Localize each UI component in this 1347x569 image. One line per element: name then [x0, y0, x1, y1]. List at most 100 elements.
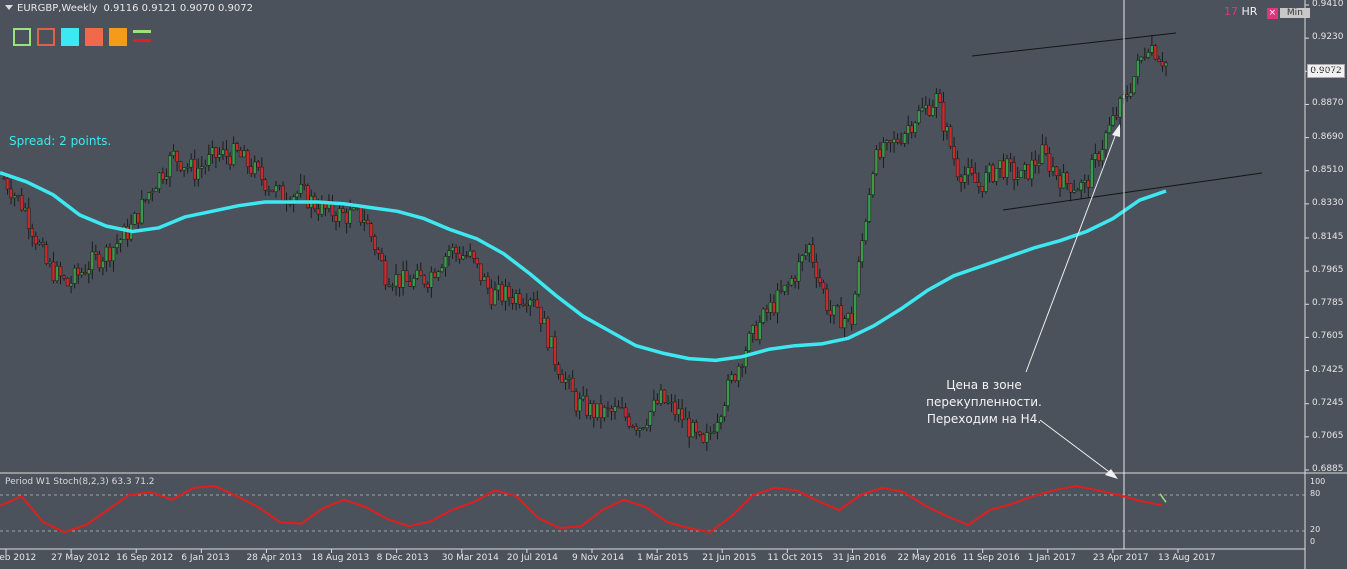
candle-body [1114, 115, 1119, 118]
candle-body [634, 426, 638, 431]
candle-body [411, 278, 416, 287]
candle-body [154, 188, 158, 192]
candle-body [977, 182, 981, 187]
candle-body [157, 172, 162, 189]
candle-body [433, 271, 437, 278]
candle-body [200, 166, 204, 169]
candle-body [26, 207, 31, 229]
chart-header: EURGBP,Weekly 0.9116 0.9121 0.9070 0.9072 [5, 3, 253, 14]
candle-body [1012, 162, 1016, 180]
candle-body [457, 252, 462, 260]
candle-body [690, 422, 695, 438]
candle-body [1022, 164, 1027, 171]
annotation-line-1: Цена в зоне [946, 378, 1022, 392]
candle-body [719, 416, 723, 423]
candle-body [210, 147, 215, 155]
candle-body [422, 275, 427, 285]
candle-body [245, 150, 250, 168]
candle-body [429, 271, 434, 288]
candle-body [973, 172, 978, 183]
swatch-3[interactable] [61, 28, 79, 46]
close-icon[interactable]: × [1266, 8, 1278, 19]
candle-body [1153, 45, 1158, 60]
dropdown-triangle-icon[interactable] [5, 5, 13, 10]
candle-body [962, 174, 967, 183]
candle-body [881, 142, 886, 158]
candle-body [630, 425, 635, 428]
min-button[interactable]: Min [1279, 8, 1310, 18]
candle-body [58, 266, 63, 277]
candle-body [1037, 163, 1041, 166]
candle-body [298, 184, 303, 194]
candle-body [34, 235, 38, 245]
candle-body [627, 416, 631, 427]
swatch-4[interactable] [85, 28, 103, 46]
timeframe-number: 17 [1224, 5, 1238, 18]
candle-body [853, 293, 857, 325]
candle-body [394, 274, 398, 287]
candle-body [72, 267, 77, 284]
candle-body [909, 125, 914, 133]
x-tick-label: 13 Aug 2017 [1158, 553, 1216, 563]
candle-body [574, 391, 578, 412]
candle-body [489, 287, 494, 306]
candle-body [62, 275, 66, 279]
candle-body [1047, 153, 1052, 172]
stoch-level-label: 0 [1310, 537, 1316, 546]
candle-body [779, 289, 783, 292]
candle-body [585, 395, 589, 416]
candle-body [680, 408, 684, 421]
candle-body [90, 251, 95, 270]
stoch-level-label: 20 [1310, 525, 1321, 534]
candle-body [507, 286, 511, 298]
stoch-level-label: 100 [1310, 477, 1326, 486]
candle-body [419, 270, 423, 276]
candle-body [97, 254, 102, 269]
candle-body [945, 126, 949, 132]
candle-body [821, 282, 826, 290]
candle-body [761, 308, 766, 323]
candle-body [528, 299, 533, 306]
swatch-6[interactable] [133, 28, 151, 46]
candle-body [101, 260, 105, 269]
candle-body [846, 313, 850, 319]
x-tick-label: 27 May 2012 [51, 553, 110, 563]
candle-body [712, 431, 716, 434]
swatch-5[interactable] [109, 28, 127, 46]
candle-body [581, 395, 585, 400]
annotation-arrow-up [1025, 130, 1118, 373]
candle-body [736, 366, 741, 381]
candle-body [1061, 172, 1066, 189]
candle-body [952, 146, 956, 160]
swatch-1[interactable] [13, 28, 31, 46]
candle-body [705, 432, 709, 443]
candle-body [609, 408, 614, 412]
candle-body [758, 322, 762, 340]
candle-body [214, 147, 218, 158]
candle-body [1065, 172, 1069, 184]
candle-body [620, 407, 624, 410]
candle-body [260, 166, 264, 180]
y-tick-label: 0.6885 [1312, 464, 1344, 474]
candle-body [549, 336, 554, 348]
price-chart[interactable] [0, 0, 1347, 569]
candle-body [1090, 159, 1094, 188]
candle-body [906, 125, 910, 134]
candle-body [111, 247, 116, 262]
candle-body [366, 219, 370, 225]
swatch-2[interactable] [37, 28, 55, 46]
ohlc-values: 0.9116 0.9121 0.9070 0.9072 [103, 3, 254, 14]
candle-body [5, 178, 10, 190]
candle-body [864, 221, 868, 241]
candle-body [1146, 52, 1151, 58]
candle-body [567, 377, 571, 380]
candle-body [358, 207, 363, 223]
candle-body [397, 274, 402, 288]
candle-body [1054, 166, 1059, 176]
candle-body [150, 191, 155, 194]
candle-body [1135, 60, 1140, 77]
top-right-panel: 17 HR × Min [1224, 5, 1310, 19]
candle-body [139, 199, 144, 224]
candle-body [867, 194, 872, 222]
candle-body [79, 272, 84, 276]
